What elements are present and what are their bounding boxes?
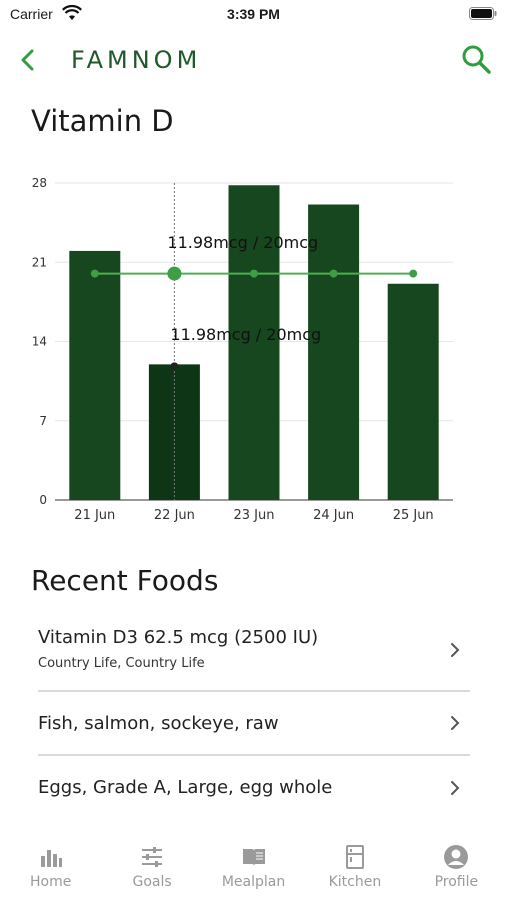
- nav-bar: FAMNOM: [0, 40, 507, 80]
- chart-bar[interactable]: [69, 250, 121, 500]
- goal-point: [409, 269, 418, 278]
- tab-label: Profile: [434, 874, 479, 890]
- search-icon[interactable]: [459, 42, 493, 76]
- sliders-icon: [142, 847, 163, 867]
- food-name: Eggs, Grade A, Large, egg whole: [38, 777, 333, 798]
- goal-point: [250, 269, 258, 278]
- chevron-right-icon: [451, 716, 460, 730]
- goal-annotation: 11.98mcg / 20mcg: [167, 233, 318, 252]
- x-tick-label: 22 Jun: [154, 508, 195, 523]
- tab-kitchen[interactable]: Kitchen: [304, 838, 405, 900]
- app-brand: FAMNOM: [71, 46, 202, 74]
- tab-label: Kitchen: [328, 874, 382, 890]
- tab-label: Home: [30, 874, 72, 890]
- y-tick-label: 0: [39, 493, 47, 507]
- x-tick-label: 23 Jun: [234, 508, 275, 523]
- recent-foods-title: Recent Foods: [31, 564, 219, 597]
- tab-home[interactable]: Home: [0, 838, 101, 900]
- x-tick-label: 21 Jun: [74, 508, 115, 523]
- chart-bar[interactable]: [387, 283, 439, 500]
- food-name: Vitamin D3 62.5 mcg (2500 IU): [38, 627, 319, 648]
- y-tick-label: 28: [32, 176, 47, 190]
- chevron-right-icon: [451, 781, 460, 795]
- page-title: Vitamin D: [31, 104, 174, 138]
- value-point: [170, 362, 179, 371]
- fridge-icon: [345, 845, 364, 869]
- bar-chart-icon: [40, 850, 62, 867]
- book-icon: [242, 849, 265, 866]
- value-annotation: 11.98mcg / 20mcg: [170, 325, 321, 344]
- chart-svg: 0 7 14 21 28 21 Jun 22 Jun 23 Jun 24 Jun 25 Jun 11…: [32, 176, 453, 523]
- recent-foods-list: Vitamin D3 62.5 mcg (2500 IU) Country Li…: [38, 610, 470, 820]
- goal-point: [90, 269, 99, 278]
- list-item[interactable]: Eggs, Grade A, Large, egg whole: [38, 756, 470, 820]
- food-brand: Country Life, Country Life: [38, 656, 205, 671]
- x-tick-label: 24 Jun: [313, 508, 354, 523]
- goal-point: [329, 269, 338, 278]
- x-tick-label: 25 Jun: [393, 508, 434, 523]
- list-item[interactable]: Fish, salmon, sockeye, raw: [38, 692, 470, 756]
- chevron-left-icon[interactable]: [16, 44, 42, 76]
- tab-profile[interactable]: Profile: [406, 838, 507, 900]
- list-item[interactable]: Vitamin D3 62.5 mcg (2500 IU) Country Li…: [38, 610, 470, 692]
- y-tick-label: 7: [39, 414, 47, 428]
- status-bar: Carrier 3:39 PM: [0, 0, 507, 28]
- tab-goals[interactable]: Goals: [101, 838, 202, 900]
- y-tick-label: 21: [32, 255, 47, 269]
- food-name: Fish, salmon, sockeye, raw: [38, 713, 279, 734]
- tab-label: Goals: [132, 874, 172, 890]
- vitamin-d-chart[interactable]: 0 7 14 21 28 21 Jun 22 Jun 23 Jun 24 Jun 25 Jun 11…: [0, 160, 507, 540]
- tab-label: Mealplan: [221, 874, 286, 890]
- tab-bar: Home Goals Mealplan Kitchen Profile: [0, 838, 507, 900]
- tab-mealplan[interactable]: Mealplan: [203, 838, 304, 900]
- status-time: 3:39 PM: [227, 6, 280, 22]
- battery-icon: [469, 7, 497, 20]
- user-icon: [444, 845, 469, 869]
- y-tick-label: 14: [32, 335, 47, 349]
- goal-point: [167, 266, 182, 281]
- chevron-right-icon: [451, 643, 460, 657]
